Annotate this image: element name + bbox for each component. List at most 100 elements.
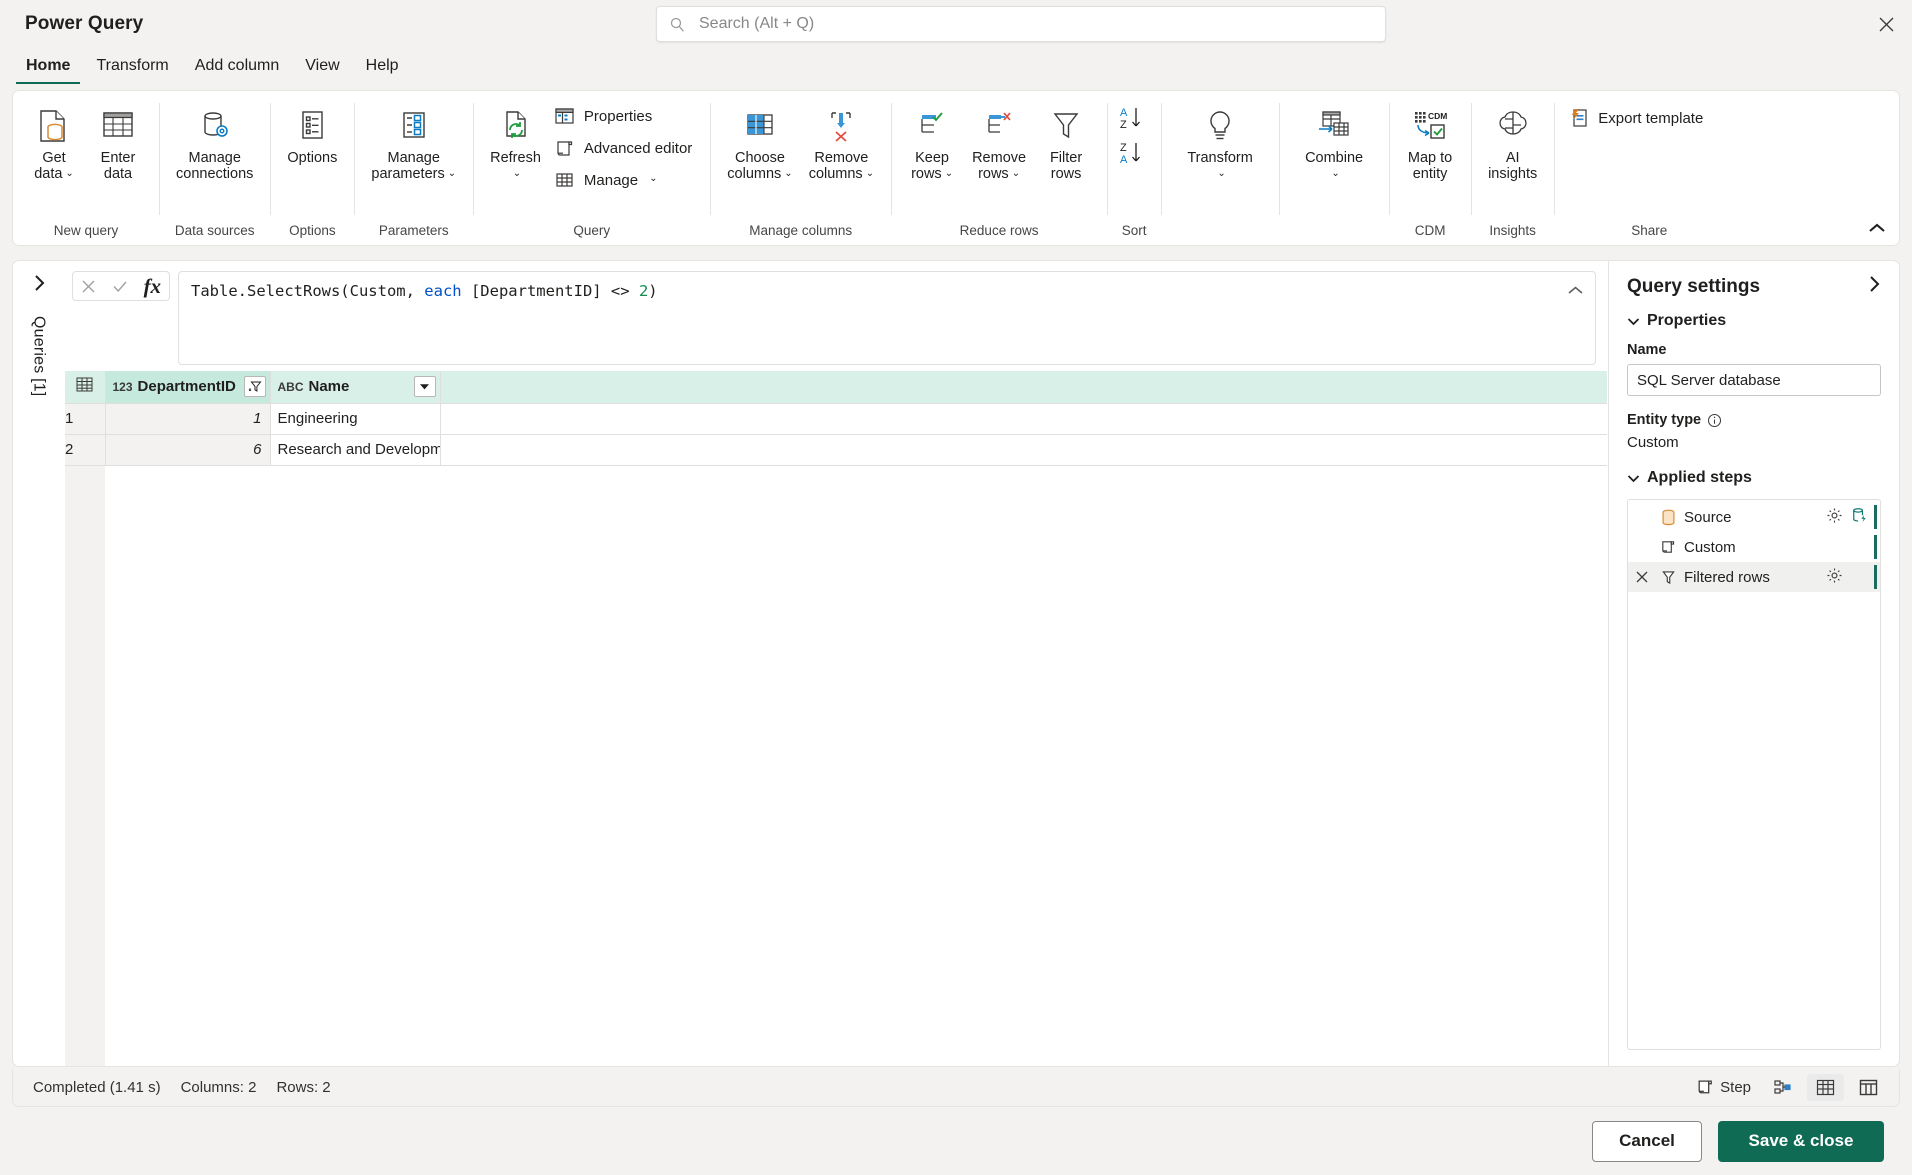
step-delete-button[interactable] [1632, 570, 1652, 584]
tab-view[interactable]: View [295, 54, 349, 84]
commit-formula-button[interactable] [112, 279, 128, 294]
sort-descending-button[interactable]: Z A [1117, 140, 1151, 171]
options-button[interactable]: Options [280, 99, 344, 170]
sort-az-icon: A Z [1120, 107, 1141, 131]
applied-step-filtered-rows[interactable]: Filtered rows [1628, 562, 1880, 592]
diagram-view-button[interactable] [1765, 1075, 1801, 1101]
options-label: Options [287, 150, 338, 166]
ribbon-group-label-cdm: CDM [1414, 222, 1446, 238]
ai-insights-button[interactable]: AI insights [1481, 99, 1544, 186]
step-settings-button[interactable] [1826, 507, 1843, 528]
properties-section-toggle[interactable]: Properties [1627, 312, 1881, 330]
advanced-editor-button[interactable]: Advanced editor [550, 133, 700, 163]
cell-name[interactable]: Engineering [270, 403, 441, 435]
schema-view-button[interactable] [1850, 1074, 1887, 1101]
chevron-down-icon: ⌄ [649, 172, 658, 184]
chevron-down-icon[interactable] [413, 376, 436, 398]
row-number: 2 [65, 434, 106, 466]
queries-pane-label[interactable]: Queries [1] [30, 316, 48, 396]
cell-name[interactable]: Research and Developm... [270, 434, 441, 466]
column-header-departmentid[interactable]: 123 DepartmentID [105, 371, 271, 404]
applied-step-label: Filtered rows [1684, 568, 1770, 586]
table-row[interactable]: 2 6 Research and Developm... [65, 434, 1607, 466]
applied-step-label: Custom [1684, 538, 1736, 556]
ribbon-group-label-parameters: Parameters [378, 222, 449, 238]
applied-step-source[interactable]: Source [1628, 502, 1880, 532]
manage-parameters-button[interactable]: Manage parameters ⌄ [364, 99, 463, 186]
filter-rows-button[interactable]: Filter rows [1035, 99, 1097, 186]
formula-input[interactable]: Table.SelectRows(Custom, each [Departmen… [178, 271, 1596, 365]
combine-label: Combine [1305, 150, 1364, 166]
applied-step-custom[interactable]: Custom [1628, 532, 1880, 562]
combine-button[interactable]: Combine ⌄ [1289, 99, 1379, 186]
remove-rows-button[interactable]: Remove rows ⌄ [965, 99, 1033, 186]
ribbon-group-new-query: Get data ⌄ Enter data New query [13, 91, 159, 245]
collapse-ribbon-button[interactable] [1863, 215, 1891, 241]
enter-data-button[interactable]: Enter data [87, 99, 149, 186]
manage-button[interactable]: Manage ⌄ [550, 165, 700, 195]
refresh-button[interactable]: Refresh ⌄ [483, 99, 548, 186]
info-icon[interactable] [1707, 413, 1722, 428]
cell-departmentid[interactable]: 1 [105, 403, 271, 435]
select-all-table-icon [76, 377, 93, 392]
database-gear-icon [195, 104, 235, 148]
gear-icon [1827, 508, 1842, 522]
step-indicator-bar [1874, 505, 1877, 529]
transform-button[interactable]: Transform ⌄ [1171, 99, 1269, 186]
column-header-name[interactable]: ABC Name [270, 371, 441, 404]
refresh-label: Refresh [490, 150, 541, 166]
data-view-button[interactable] [1807, 1074, 1844, 1101]
chevron-down-icon: ⌄ [1011, 168, 1021, 180]
query-name-input[interactable] [1627, 364, 1881, 396]
get-data-button[interactable]: Get data ⌄ [23, 99, 85, 186]
ribbon-group-data-sources: Manage connections Data sources [159, 91, 270, 245]
export-template-button[interactable]: Export template [1564, 103, 1711, 133]
collapse-formula-button[interactable] [1567, 283, 1584, 301]
properties-icon [554, 105, 576, 127]
cancel-formula-button[interactable] [81, 279, 96, 294]
choose-columns-button[interactable]: Choose columns ⌄ [720, 99, 799, 186]
ribbon-group-transform: Transform ⌄ [1161, 91, 1279, 245]
cell-filler [440, 434, 1607, 466]
options-list-icon [292, 104, 332, 148]
table-row[interactable]: 1 1 Engineering [65, 403, 1607, 435]
step-indicator-bar [1874, 565, 1877, 589]
step-view-button[interactable]: Step [1688, 1074, 1759, 1101]
applied-steps-section-toggle[interactable]: Applied steps [1627, 469, 1881, 487]
chevron-down-icon: ⌄ [944, 168, 954, 180]
cancel-button[interactable]: Cancel [1592, 1120, 1702, 1162]
manage-table-icon [554, 169, 576, 191]
status-right-group: Step [1688, 1074, 1887, 1101]
data-source-settings-button[interactable] [1851, 507, 1868, 528]
tab-add-column[interactable]: Add column [185, 54, 290, 84]
expand-queries-button[interactable] [32, 273, 46, 298]
chevron-down-icon [1627, 474, 1640, 482]
tab-home[interactable]: Home [16, 54, 81, 84]
map-to-entity-button[interactable]: CDM Map to entity [1399, 99, 1461, 186]
properties-section-label: Properties [1647, 312, 1727, 329]
cell-departmentid[interactable]: 6 [105, 434, 271, 466]
ribbon-group-label-manage-columns: Manage columns [749, 222, 853, 238]
export-template-icon [1568, 107, 1590, 129]
cell-filler [440, 403, 1607, 435]
sort-za-icon: Z A [1120, 142, 1141, 166]
select-all-button[interactable] [65, 371, 106, 404]
entity-type-label: Entity type [1627, 412, 1702, 428]
queries-pane-collapsed[interactable]: Queries [1] [12, 260, 64, 1067]
filter-active-icon[interactable] [243, 376, 266, 398]
search-input[interactable] [697, 14, 1373, 34]
manage-connections-button[interactable]: Manage connections [169, 99, 260, 186]
save-and-close-button[interactable]: Save & close [1718, 1120, 1884, 1162]
step-settings-button[interactable] [1826, 567, 1843, 588]
remove-columns-button[interactable]: Remove columns ⌄ [802, 99, 881, 186]
keep-rows-button[interactable]: Keep rows ⌄ [901, 99, 963, 186]
close-window-button[interactable] [1860, 0, 1912, 48]
collapse-query-settings-button[interactable] [1867, 275, 1881, 298]
sort-ascending-button[interactable]: A Z [1117, 105, 1151, 136]
ribbon-group-options: Options Options [270, 91, 354, 245]
tab-transform[interactable]: Transform [86, 54, 178, 84]
properties-button[interactable]: Properties [550, 101, 700, 131]
parameters-icon [394, 104, 434, 148]
tab-help[interactable]: Help [356, 54, 409, 84]
search-box[interactable] [656, 6, 1386, 42]
